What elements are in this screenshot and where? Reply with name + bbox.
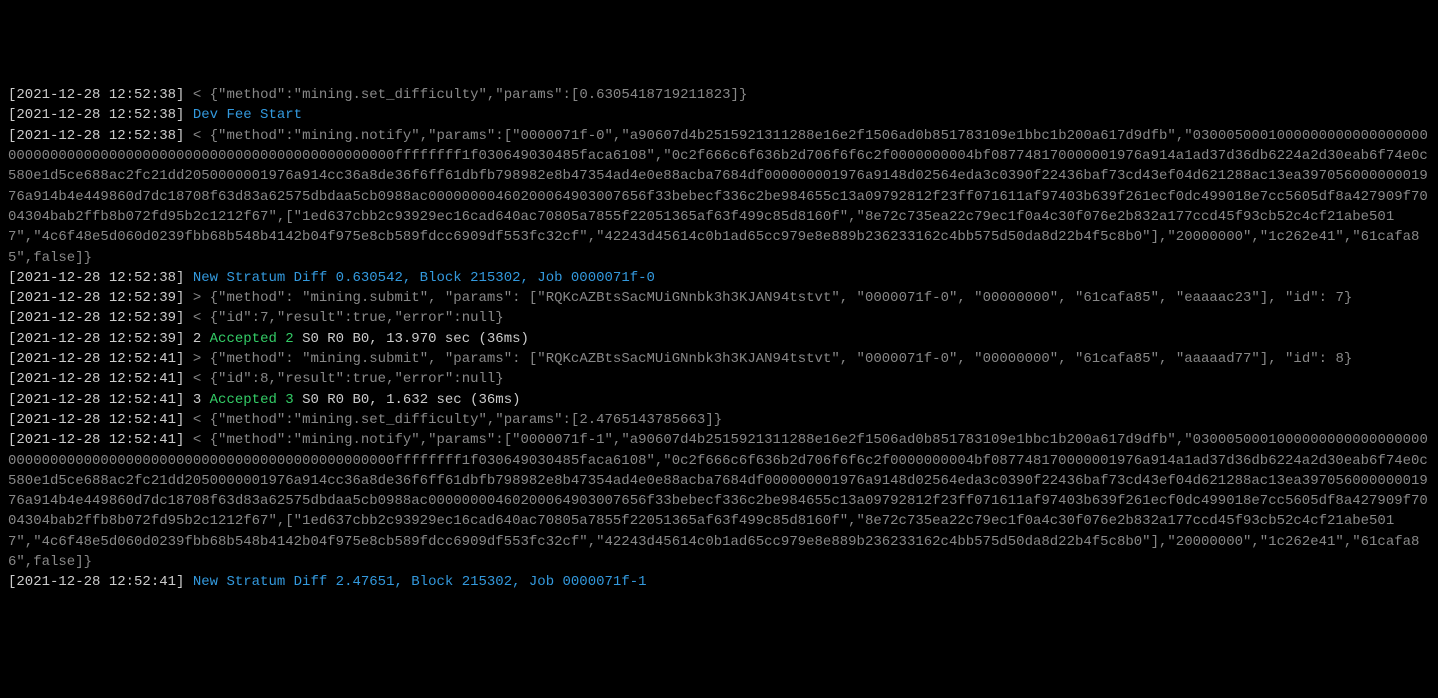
json-payload: {"method":"mining.set_difficulty","param… — [210, 87, 748, 103]
timestamp: [2021-12-28 12:52:41] — [8, 574, 184, 590]
log-line: [2021-12-28 12:52:38] < {"method":"minin… — [8, 126, 1430, 268]
direction-arrow: > — [193, 290, 201, 306]
json-payload: {"id":8,"result":true,"error":null} — [210, 371, 504, 387]
log-line: [2021-12-28 12:52:39] 2 Accepted 2 S0 R0… — [8, 329, 1430, 349]
json-payload: {"method": "mining.submit", "params": ["… — [210, 351, 1353, 367]
share-number: 2 — [193, 331, 201, 347]
stratum-message: New Stratum Diff 2.47651, Block 215302, … — [193, 574, 647, 590]
timestamp: [2021-12-28 12:52:41] — [8, 412, 184, 428]
direction-arrow: < — [193, 371, 201, 387]
log-line: [2021-12-28 12:52:38] Dev Fee Start — [8, 105, 1430, 125]
direction-arrow: > — [193, 351, 201, 367]
accepted-label: Accepted 2 — [210, 331, 294, 347]
stratum-message: Dev Fee Start — [193, 107, 302, 123]
timestamp: [2021-12-28 12:52:38] — [8, 270, 184, 286]
log-line: [2021-12-28 12:52:41] < {"method":"minin… — [8, 430, 1430, 572]
timestamp: [2021-12-28 12:52:38] — [8, 128, 184, 144]
json-payload: {"method":"mining.notify","params":["000… — [8, 432, 1428, 570]
log-line: [2021-12-28 12:52:38] < {"method":"minin… — [8, 85, 1430, 105]
accepted-label: Accepted 3 — [210, 392, 294, 408]
timestamp: [2021-12-28 12:52:38] — [8, 107, 184, 123]
timestamp: [2021-12-28 12:52:38] — [8, 87, 184, 103]
direction-arrow: < — [193, 128, 201, 144]
log-line: [2021-12-28 12:52:41] < {"method":"minin… — [8, 410, 1430, 430]
log-line: [2021-12-28 12:52:38] New Stratum Diff 0… — [8, 268, 1430, 288]
timestamp: [2021-12-28 12:52:39] — [8, 310, 184, 326]
direction-arrow: < — [193, 87, 201, 103]
timestamp: [2021-12-28 12:52:39] — [8, 331, 184, 347]
direction-arrow: < — [193, 432, 201, 448]
json-payload: {"method":"mining.set_difficulty","param… — [210, 412, 722, 428]
log-output: [2021-12-28 12:52:38] < {"method":"minin… — [8, 85, 1430, 592]
log-line: [2021-12-28 12:52:41] 3 Accepted 3 S0 R0… — [8, 390, 1430, 410]
log-line: [2021-12-28 12:52:39] < {"id":7,"result"… — [8, 308, 1430, 328]
json-payload: {"method":"mining.notify","params":["000… — [8, 128, 1428, 266]
json-payload: {"method": "mining.submit", "params": ["… — [210, 290, 1353, 306]
direction-arrow: < — [193, 310, 201, 326]
log-line: [2021-12-28 12:52:41] < {"id":8,"result"… — [8, 369, 1430, 389]
direction-arrow: < — [193, 412, 201, 428]
timestamp: [2021-12-28 12:52:41] — [8, 392, 184, 408]
timestamp: [2021-12-28 12:52:41] — [8, 371, 184, 387]
timestamp: [2021-12-28 12:52:39] — [8, 290, 184, 306]
timestamp: [2021-12-28 12:52:41] — [8, 432, 184, 448]
share-number: 3 — [193, 392, 201, 408]
log-line: [2021-12-28 12:52:39] > {"method": "mini… — [8, 288, 1430, 308]
log-line: [2021-12-28 12:52:41] > {"method": "mini… — [8, 349, 1430, 369]
log-line: [2021-12-28 12:52:41] New Stratum Diff 2… — [8, 572, 1430, 592]
json-payload: {"id":7,"result":true,"error":null} — [210, 310, 504, 326]
timestamp: [2021-12-28 12:52:41] — [8, 351, 184, 367]
share-stats: S0 R0 B0, 1.632 sec (36ms) — [294, 392, 521, 408]
share-stats: S0 R0 B0, 13.970 sec (36ms) — [294, 331, 529, 347]
stratum-message: New Stratum Diff 0.630542, Block 215302,… — [193, 270, 655, 286]
